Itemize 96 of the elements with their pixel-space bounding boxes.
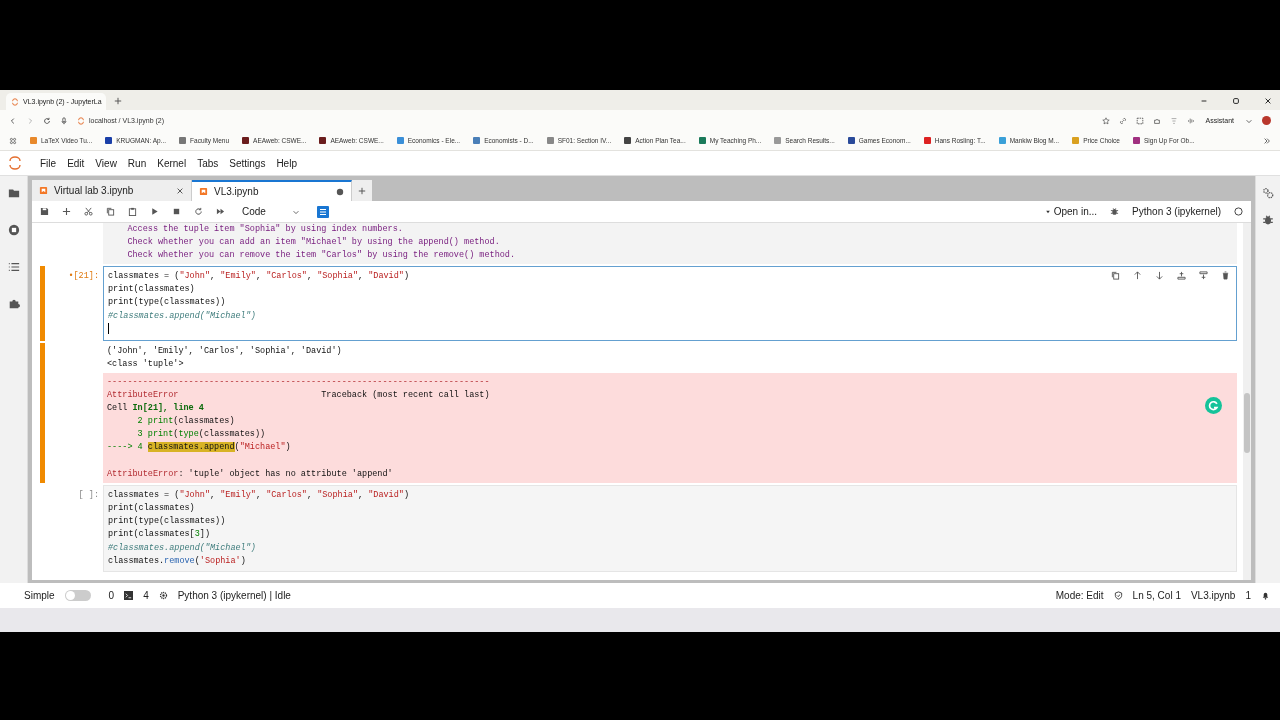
file-name: VL3.ipynb	[1190, 590, 1236, 601]
restart-icon[interactable]	[194, 207, 203, 216]
kernel-status[interactable]: Python 3 (ipykernel) | Idle	[177, 590, 291, 601]
back-icon[interactable]	[9, 116, 17, 125]
kernel-count[interactable]: 4	[143, 590, 149, 601]
cell-collapser[interactable]	[40, 266, 45, 341]
add-icon[interactable]	[62, 207, 71, 216]
menu-item[interactable]: Run	[122, 157, 152, 169]
bug-icon[interactable]	[1262, 214, 1274, 226]
input-prompt: [ ]:	[77, 489, 100, 503]
more-bookmarks-icon[interactable]	[1263, 136, 1271, 145]
unsaved-dot-icon[interactable]	[336, 187, 344, 196]
menu-item[interactable]: Edit	[62, 157, 90, 169]
stop-icon[interactable]	[172, 207, 181, 216]
menu-item[interactable]: Settings	[224, 157, 271, 169]
property-inspector-icon[interactable]	[316, 205, 329, 218]
markdown-editor[interactable]	[103, 223, 1237, 265]
code-line: #classmates.append("Michael")	[108, 309, 256, 323]
terminal-count[interactable]: 0	[108, 590, 115, 601]
cursor-position[interactable]: Ln 5, Col 1	[1132, 590, 1181, 601]
delete-icon[interactable]	[1221, 271, 1230, 281]
text-output: ('John', 'Emily', 'Carlos', 'Sophia', 'David') <class 'tuple'>	[106, 344, 343, 371]
fast-forward-icon[interactable]	[216, 207, 225, 216]
close-icon[interactable]	[176, 186, 184, 195]
notebook-icon	[199, 187, 208, 196]
run-icon[interactable]	[150, 207, 159, 216]
code-line: print(classmates)	[108, 283, 195, 297]
scrollbar[interactable]	[1243, 223, 1251, 580]
text-cursor	[108, 322, 109, 334]
arrow-down-icon[interactable]	[1155, 271, 1164, 281]
stop-icon[interactable]	[7, 224, 20, 236]
folder-icon[interactable]	[7, 187, 20, 199]
code-line: classmates = ("John", "Emily", "Carlos", "Sophia", "David")	[108, 489, 409, 503]
new-tab-icon[interactable]	[114, 97, 122, 105]
menu-item[interactable]: Help	[271, 157, 302, 169]
simple-mode-toggle[interactable]	[64, 590, 91, 601]
code-line: classmates.remove('Sophia')	[108, 554, 246, 568]
gear-icon	[158, 591, 168, 600]
notebook-tab[interactable]: Virtual lab 3.ipynb	[32, 180, 192, 201]
reload-icon[interactable]	[43, 116, 51, 125]
insert-below-icon[interactable]	[1199, 271, 1208, 281]
kernel-idle-icon	[1234, 207, 1243, 216]
code-line: print(type(classmates))	[108, 515, 226, 529]
code-line: Check whether you can remove the item "Carlos" by using the remove() method.	[126, 249, 516, 263]
restore-icon[interactable]	[1232, 97, 1240, 105]
microphone-icon[interactable]	[60, 116, 68, 125]
code-line: print(classmates[3])	[108, 528, 211, 542]
audio-icon[interactable]	[1186, 116, 1195, 125]
code-line: Check whether you can add an item "Michael" by using the append() method.	[126, 236, 500, 250]
link-icon[interactable]	[1118, 116, 1127, 125]
terminal-icon	[124, 591, 134, 600]
kernel-name[interactable]: Python 3 (ipykernel)	[1132, 206, 1221, 217]
menu-item[interactable]: File	[35, 157, 62, 169]
open-in-dropdown[interactable]: Open in...	[1044, 206, 1098, 217]
notebook-icon	[39, 186, 48, 195]
jupyter-logo-icon	[8, 156, 22, 170]
input-prompt: •[21]:	[67, 270, 100, 284]
plus-icon[interactable]	[358, 186, 366, 195]
cell-type-dropdown[interactable]: Code	[238, 206, 304, 217]
code-line: print(classmates)	[108, 502, 195, 516]
copy-icon[interactable]	[106, 207, 115, 216]
arrow-up-icon[interactable]	[1133, 271, 1142, 281]
insert-above-icon[interactable]	[1177, 271, 1186, 281]
star-icon[interactable]	[1101, 116, 1110, 125]
profile-avatar[interactable]	[1262, 116, 1271, 125]
bug-icon[interactable]	[1110, 207, 1120, 216]
minimize-icon[interactable]	[1200, 97, 1208, 105]
paste-icon[interactable]	[128, 207, 137, 216]
bell-icon[interactable]	[1261, 591, 1270, 600]
apps-icon[interactable]	[9, 136, 17, 145]
editor-mode[interactable]: Mode: Edit	[1055, 590, 1104, 601]
jupyter-logo-icon	[11, 97, 19, 106]
notification-count[interactable]: 1	[1245, 590, 1251, 601]
code-editor[interactable]: classmates = ("John", "Emily", "Carlos", "Sophia", "David") print(classmates) print(type(classmates)) print(classmates[3]) #classmates.append("Michael") classmates.remove('Sophia')	[103, 485, 1237, 572]
code-line: classmates = ("John", "Emily", "Carlos", "Sophia", "David")	[108, 270, 409, 284]
list-icon[interactable]	[7, 261, 20, 273]
menu-item[interactable]: Kernel	[152, 157, 192, 169]
code-line: Access the tuple item "Sophia" by using index numbers.	[126, 223, 403, 236]
duplicate-icon[interactable]	[1111, 271, 1120, 281]
save-icon[interactable]	[40, 207, 49, 216]
code-line: #classmates.append("Michael")	[108, 541, 256, 555]
menu-item[interactable]: Tabs	[192, 157, 224, 169]
notebook-tab[interactable]: VL3.ipynb	[192, 180, 352, 201]
code-line: print(type(classmates))	[108, 296, 226, 310]
caret-down-icon[interactable]	[1044, 208, 1051, 215]
gears-icon[interactable]	[1262, 187, 1274, 199]
simple-mode-label: Simple	[24, 590, 55, 601]
close-icon[interactable]	[1264, 97, 1272, 105]
puzzle-icon[interactable]	[7, 298, 20, 310]
jupyter-logo-icon	[77, 116, 85, 125]
menu-item[interactable]: View	[90, 157, 122, 169]
shield-check-icon[interactable]	[1113, 591, 1123, 600]
extension-icon[interactable]	[1152, 116, 1161, 125]
code-editor[interactable]: classmates = ("John", "Emily", "Carlos", "Sophia", "David") print(classmates) print(type(classmates)) #classmates.append("Michael")	[103, 266, 1237, 341]
screenshot-icon[interactable]	[1135, 116, 1144, 125]
cut-icon[interactable]	[84, 207, 93, 216]
